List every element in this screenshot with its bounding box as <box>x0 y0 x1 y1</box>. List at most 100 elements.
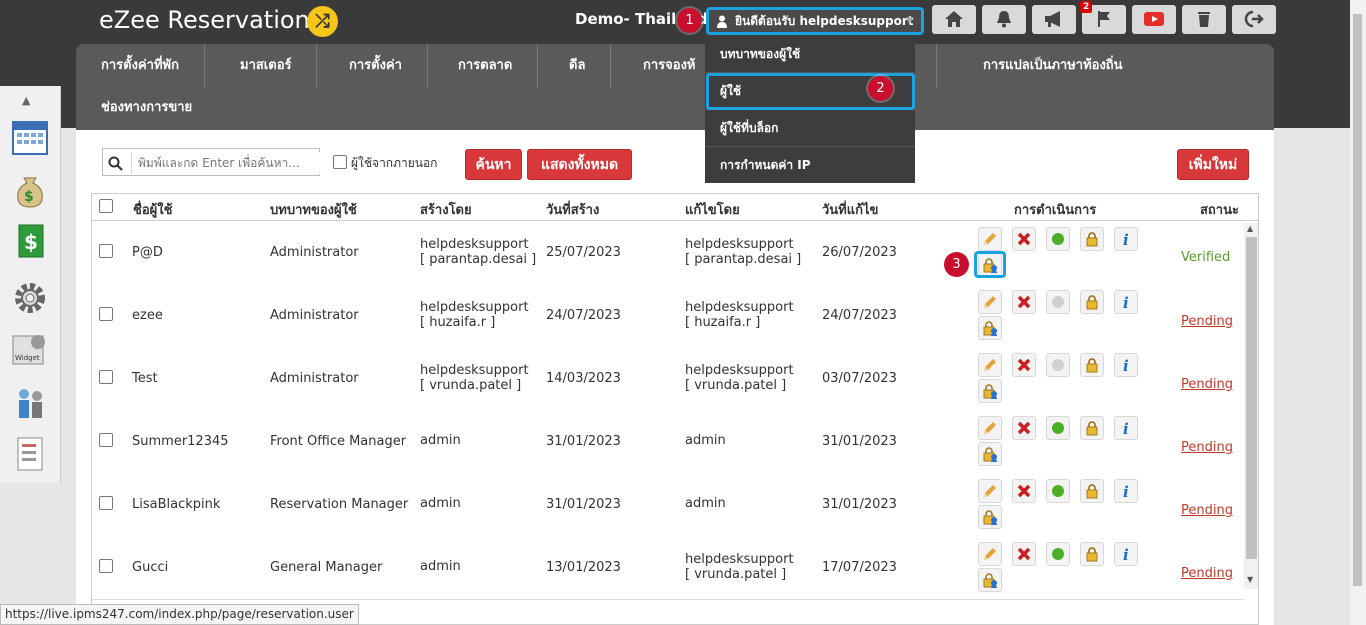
edit-button[interactable] <box>978 542 1002 566</box>
calendar-icon[interactable] <box>10 118 50 158</box>
toggle-active-button[interactable] <box>1046 227 1070 251</box>
menu-masters[interactable]: มาสเตอร์ <box>215 44 318 88</box>
welcome-user-menu[interactable]: ยินดีต้อนรับ helpdesksupport ▼ <box>706 7 924 35</box>
lock-button[interactable] <box>1080 353 1104 377</box>
search-input[interactable] <box>131 152 325 174</box>
status-badge[interactable]: Pending <box>1181 440 1233 455</box>
edit-button[interactable] <box>978 416 1002 440</box>
status-badge[interactable]: Pending <box>1181 503 1233 518</box>
toggle-active-button[interactable] <box>1046 290 1070 314</box>
username-cell: Gucci <box>132 560 169 575</box>
notification-button[interactable] <box>982 5 1026 34</box>
edit-button[interactable] <box>978 290 1002 314</box>
user-permission-button[interactable] <box>978 379 1002 403</box>
created-date-cell: 24/07/2023 <box>546 308 621 323</box>
lock-button[interactable] <box>1080 479 1104 503</box>
table-scrollbar[interactable]: ▲ ▼ <box>1244 223 1258 589</box>
info-button[interactable]: i <box>1114 542 1138 566</box>
task-list-icon[interactable] <box>10 434 50 474</box>
toggle-active-button[interactable] <box>1046 542 1070 566</box>
dropdown-blocked-users[interactable]: ผู้ใช้ที่บล็อก <box>705 110 915 147</box>
user-permission-button[interactable] <box>978 568 1002 592</box>
logout-button[interactable] <box>1232 5 1276 34</box>
edit-button[interactable] <box>978 227 1002 251</box>
role-cell: Reservation Manager <box>270 497 409 512</box>
users-icon[interactable] <box>10 382 50 422</box>
toggle-active-button[interactable] <box>1046 353 1070 377</box>
page-scroll-thumb[interactable] <box>1353 14 1362 586</box>
menu-sales-channels[interactable]: ช่องทางการขาย <box>76 88 217 128</box>
lock-button[interactable] <box>1080 542 1104 566</box>
menu-localization[interactable]: การแปลเป็นภาษาท้องถิ่น <box>958 44 1148 88</box>
row-checkbox[interactable] <box>99 370 113 384</box>
user-permission-button[interactable] <box>978 442 1002 466</box>
col-role[interactable]: บทบาทของผู้ใช้ <box>270 199 357 220</box>
youtube-button[interactable] <box>1132 5 1176 34</box>
toggle-active-button[interactable] <box>1046 479 1070 503</box>
col-modified-by[interactable]: แก้ไขโดย <box>685 199 740 220</box>
users-table: ชื่อผู้ใช้ บทบาทของผู้ใช้ สร้างโดย วันที… <box>91 193 1259 625</box>
edit-button[interactable] <box>978 479 1002 503</box>
search-box[interactable] <box>102 148 325 176</box>
delete-button[interactable] <box>1012 353 1036 377</box>
status-badge[interactable]: Pending <box>1181 566 1233 581</box>
app-title: eZee Reservation <box>99 6 310 34</box>
shuffle-icon[interactable]: ⤮ <box>307 6 338 37</box>
status-badge[interactable]: Pending <box>1181 314 1233 329</box>
menu-property-settings[interactable]: การตั้งค่าที่พัก <box>76 44 205 88</box>
row-checkbox[interactable] <box>99 559 113 573</box>
info-button[interactable]: i <box>1114 353 1138 377</box>
delete-button[interactable] <box>1012 416 1036 440</box>
info-button[interactable]: i <box>1114 290 1138 314</box>
row-checkbox[interactable] <box>99 307 113 321</box>
collapse-up-icon[interactable]: ▲ <box>22 94 30 107</box>
row-checkbox[interactable] <box>99 496 113 510</box>
trash-button[interactable] <box>1182 5 1226 34</box>
scroll-down-icon[interactable]: ▼ <box>1247 575 1253 584</box>
delete-button[interactable] <box>1012 542 1036 566</box>
flag-icon <box>1098 11 1110 27</box>
scroll-thumb[interactable] <box>1246 237 1257 559</box>
home-button[interactable] <box>932 5 976 34</box>
lock-button[interactable] <box>1080 416 1104 440</box>
search-button[interactable]: ค้นหา <box>465 149 522 180</box>
delete-icon <box>1017 358 1031 372</box>
edit-button[interactable] <box>978 353 1002 377</box>
col-username[interactable]: ชื่อผู้ใช้ <box>133 199 172 220</box>
row-checkbox[interactable] <box>99 433 113 447</box>
col-created-date[interactable]: วันที่สร้าง <box>546 199 599 220</box>
toggle-active-button[interactable] <box>1046 416 1070 440</box>
add-new-button[interactable]: เพิ่มใหม่ <box>1177 149 1249 180</box>
external-user-checkbox[interactable] <box>333 155 347 169</box>
delete-button[interactable] <box>1012 290 1036 314</box>
menu-marketing[interactable]: การตลาด <box>433 44 539 88</box>
money-bag-icon[interactable]: $ <box>10 170 50 210</box>
delete-button[interactable] <box>1012 479 1036 503</box>
user-permission-button[interactable] <box>978 316 1002 340</box>
widget-icon[interactable]: Widget <box>10 330 50 370</box>
dollar-document-icon[interactable]: $ <box>10 222 50 262</box>
col-status[interactable]: สถานะ <box>1200 199 1239 220</box>
info-button[interactable]: i <box>1114 227 1138 251</box>
user-permission-icon <box>983 384 997 399</box>
select-all-checkbox[interactable] <box>99 199 113 213</box>
scroll-up-icon[interactable]: ▲ <box>1247 224 1253 233</box>
info-button[interactable]: i <box>1114 416 1138 440</box>
lock-button[interactable] <box>1080 290 1104 314</box>
col-created-by[interactable]: สร้างโดย <box>420 199 472 220</box>
status-badge[interactable]: Pending <box>1181 377 1233 392</box>
dropdown-ip-config[interactable]: การกำหนดค่า IP <box>705 147 915 184</box>
lock-button[interactable] <box>1080 227 1104 251</box>
info-button[interactable]: i <box>1114 479 1138 503</box>
user-permission-button[interactable] <box>978 505 1002 529</box>
gear-icon[interactable] <box>10 278 50 318</box>
row-checkbox[interactable] <box>99 244 113 258</box>
announcement-button[interactable] <box>1032 5 1076 34</box>
menu-settings[interactable]: การตั้งค่า <box>324 44 428 88</box>
menu-deals[interactable]: ดีล <box>544 44 612 88</box>
show-all-button[interactable]: แสดงทั้งหมด <box>527 149 632 180</box>
delete-button[interactable] <box>1012 227 1036 251</box>
created-date-cell: 13/01/2023 <box>546 560 621 575</box>
dropdown-user-roles[interactable]: บทบาทของผู้ใช้ <box>705 36 915 73</box>
modified-date-cell: 03/07/2023 <box>822 371 897 386</box>
